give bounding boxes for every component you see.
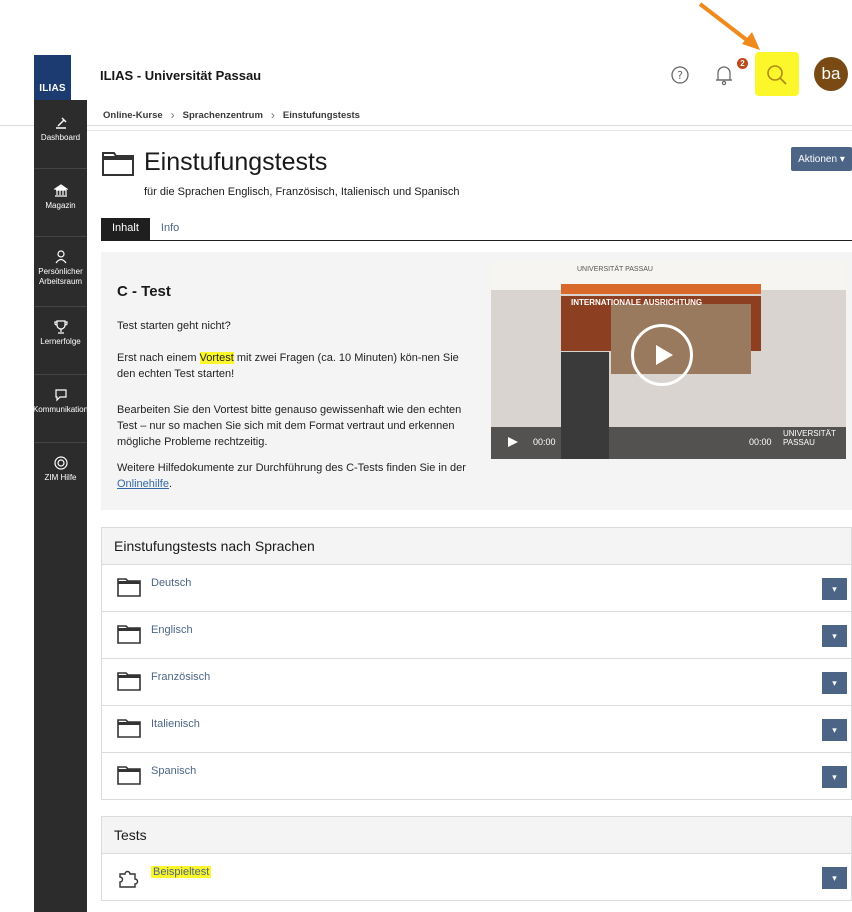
list-item-label[interactable]: Beispieltest	[151, 866, 212, 878]
sidebar-item-magazin[interactable]: Magazin	[34, 178, 87, 236]
sidebar-item-dashboard[interactable]: Dashboard	[34, 110, 87, 168]
page-subtitle: für die Sprachen Englisch, Französisch, …	[144, 186, 460, 198]
actions-label: Aktionen	[798, 153, 838, 165]
breadcrumb-chevron-icon: ›	[270, 108, 275, 122]
list-item[interactable]: Englisch ▾	[102, 611, 851, 658]
play-button[interactable]	[631, 324, 693, 386]
sidebar-item-lernerfolge[interactable]: Lernerfolge	[34, 314, 87, 372]
sidebar-item-label: Magazin	[45, 201, 76, 210]
folder-icon	[117, 672, 141, 691]
logo-text: ILIAS	[39, 83, 66, 94]
folder-icon	[117, 766, 141, 785]
breadcrumb: Online-Kurse › Sprachenzentrum › Einstuf…	[103, 108, 360, 122]
highlighted-word: Vortest	[199, 352, 234, 364]
video-time-current: 00:00	[533, 437, 556, 447]
sidebar-item-label: Lernerfolge	[40, 337, 81, 346]
user-avatar[interactable]: ba	[814, 57, 848, 91]
breadcrumb-item[interactable]: Online-Kurse	[103, 110, 163, 121]
item-actions-dropdown[interactable]: ▾	[822, 867, 847, 889]
sidebar-item-workspace[interactable]: Persönlicher Arbeitsraum	[34, 244, 87, 314]
item-actions-dropdown[interactable]: ▾	[822, 625, 847, 647]
search-icon[interactable]	[764, 60, 790, 90]
chat-icon	[54, 389, 67, 402]
chevron-down-icon: ▾	[832, 630, 837, 641]
help-icon[interactable]: ?	[667, 60, 693, 90]
info-paragraph-3: Bearbeiten Sie den Vortest bitte genauso…	[117, 404, 462, 448]
library-icon	[53, 184, 68, 197]
video-logo-text: UNIVERSITÄT PASSAU	[577, 266, 653, 273]
item-actions-dropdown[interactable]: ▾	[822, 719, 847, 741]
app-title: ILIAS - Universität Passau	[100, 68, 262, 83]
main-sidebar: Dashboard Magazin Persönlicher Arbeitsra…	[32, 100, 89, 912]
ilias-logo[interactable]: ILIAS	[34, 55, 71, 100]
list-item-label[interactable]: Französisch	[151, 671, 210, 683]
chevron-down-icon: ▾	[839, 153, 845, 165]
list-item[interactable]: Französisch ▾	[102, 658, 851, 705]
actions-button[interactable]: Aktionen ▾	[791, 147, 852, 171]
info-heading: C - Test	[117, 283, 171, 300]
languages-panel: Einstufungstests nach Sprachen Deutsch ▾…	[101, 527, 852, 800]
notification-badge: 2	[737, 58, 748, 69]
sidebar-item-label: Persönlicher Arbeitsraum	[38, 267, 83, 286]
play-icon	[656, 345, 673, 365]
panel-title: Tests	[102, 817, 851, 853]
video-banner-text: INTERNATIONALE AUSRICHTUNG	[571, 298, 703, 307]
panel-title: Einstufungstests nach Sprachen	[102, 528, 851, 564]
list-item-label[interactable]: Englisch	[151, 624, 193, 636]
annotation-arrow	[698, 2, 760, 50]
item-actions-dropdown[interactable]: ▾	[822, 766, 847, 788]
sidebar-item-zim-hilfe[interactable]: ZIM Hilfe	[34, 450, 87, 508]
lifebuoy-icon	[53, 456, 68, 470]
chevron-down-icon: ▾	[832, 677, 837, 688]
svg-text:?: ?	[677, 69, 683, 82]
person-icon	[55, 250, 66, 264]
breadcrumb-divider	[87, 130, 852, 131]
list-item[interactable]: Italienisch ▾	[102, 705, 851, 752]
list-item-label[interactable]: Deutsch	[151, 577, 191, 589]
page: ILIAS ILIAS - Universität Passau ? 2 ba …	[0, 0, 852, 912]
info-paragraph-2: Erst nach einem Vortest mit zwei Fragen …	[117, 352, 459, 380]
list-item[interactable]: Spanisch ▾	[102, 752, 851, 799]
info-paragraph-1: Test starten geht nicht?	[117, 320, 231, 332]
small-play-icon[interactable]	[507, 436, 519, 448]
page-title: Einstufungstests	[144, 148, 328, 176]
video-time-total: 00:00	[749, 437, 772, 447]
chevron-down-icon: ▾	[832, 872, 837, 883]
sidebar-item-label: ZIM Hilfe	[44, 473, 77, 482]
item-actions-dropdown[interactable]: ▾	[822, 578, 847, 600]
tab-inhalt[interactable]: Inhalt	[101, 218, 150, 240]
video-player[interactable]: UNIVERSITÄT PASSAU INTERNATIONALE AUSRIC…	[491, 262, 846, 459]
onlinehilfe-link[interactable]: Onlinehilfe	[117, 478, 169, 490]
breadcrumb-item[interactable]: Sprachenzentrum	[183, 110, 263, 121]
video-corner-logo: UNIVERSITÄT PASSAU	[783, 429, 836, 447]
sidebar-item-kommunikation[interactable]: Kommunikation	[32, 382, 89, 440]
breadcrumb-item[interactable]: Einstufungstests	[283, 110, 360, 121]
list-item[interactable]: Beispieltest ▾	[102, 853, 851, 900]
info-paragraph-4: Weitere Hilfedokumente zur Durchführung …	[117, 462, 466, 490]
list-item[interactable]: Deutsch ▾	[102, 564, 851, 611]
tab-bar: Inhalt Info	[101, 218, 190, 240]
folder-icon	[117, 719, 141, 738]
tab-info[interactable]: Info	[150, 218, 190, 240]
sidebar-item-label: Kommunikation	[32, 405, 89, 414]
tests-panel: Tests Beispieltest ▾	[101, 816, 852, 901]
breadcrumb-chevron-icon: ›	[170, 108, 175, 122]
bell-icon[interactable]	[711, 60, 737, 90]
item-actions-dropdown[interactable]: ▾	[822, 672, 847, 694]
folder-icon	[102, 152, 134, 176]
folder-icon	[117, 625, 141, 644]
chevron-down-icon: ▾	[832, 583, 837, 594]
dashboard-icon	[55, 117, 66, 129]
list-item-label[interactable]: Italienisch	[151, 718, 200, 730]
tab-underline	[101, 240, 852, 241]
sidebar-item-label: Dashboard	[40, 133, 81, 142]
puzzle-icon	[119, 870, 139, 888]
chevron-down-icon: ▾	[832, 724, 837, 735]
chevron-down-icon: ▾	[832, 771, 837, 782]
folder-icon	[117, 578, 141, 597]
trophy-icon	[53, 320, 68, 334]
list-item-label[interactable]: Spanisch	[151, 765, 196, 777]
